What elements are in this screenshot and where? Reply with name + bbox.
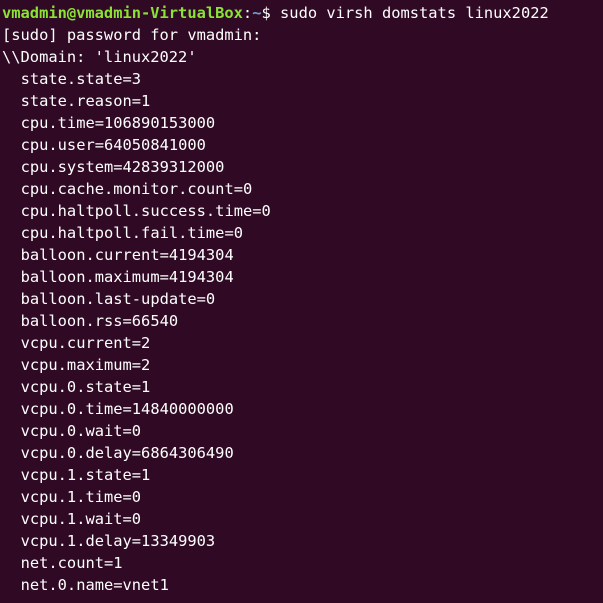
stat-line: vcpu.current=2: [20, 334, 151, 352]
stat-line: balloon.maximum=4194304: [20, 268, 234, 286]
stat-line: net.count=1: [20, 554, 123, 572]
prompt-separator: :: [242, 4, 253, 22]
stat-line: state.reason=1: [20, 92, 151, 110]
stat-line: balloon.rss=66540: [20, 312, 179, 330]
sudo-prompt: [sudo] password for vmadmin:: [2, 26, 262, 44]
stat-line: vcpu.0.time=14840000000: [20, 400, 234, 418]
stat-line: cpu.user=64050841000: [20, 136, 206, 154]
stat-line: vcpu.0.wait=0: [20, 422, 142, 440]
stat-line: vcpu.maximum=2: [20, 356, 151, 374]
command-text: sudo virsh domstats linux2022: [280, 4, 549, 22]
terminal-window[interactable]: vmadmin@vmadmin-VirtualBox:~$ sudo virsh…: [0, 0, 603, 603]
stat-line: vcpu.1.wait=0: [20, 510, 142, 528]
stat-line: balloon.current=4194304: [20, 246, 234, 264]
stat-line: vcpu.0.state=1: [20, 378, 151, 396]
stats-output: state.state=3 state.reason=1 cpu.time=1068…: [2, 68, 603, 596]
stat-line: vcpu.0.delay=6864306490: [20, 444, 234, 462]
stat-line: vcpu.1.time=0: [20, 488, 142, 506]
stat-line: vcpu.1.delay=13349903: [20, 532, 216, 550]
stat-line: cpu.cache.monitor.count=0: [20, 180, 253, 198]
prompt-symbol: $: [261, 4, 281, 22]
stat-line: net.0.name=vnet1: [20, 576, 169, 594]
stat-line: cpu.system=42839312000: [20, 158, 225, 176]
stat-line: cpu.time=106890153000: [20, 114, 216, 132]
command-line: vmadmin@vmadmin-VirtualBox:~$ sudo virsh…: [2, 2, 603, 24]
stat-line: cpu.haltpoll.fail.time=0: [20, 224, 243, 242]
stat-line: balloon.last-update=0: [20, 290, 216, 308]
stat-line: cpu.haltpoll.success.time=0: [20, 202, 271, 220]
domain-line: \\Domain: 'linux2022': [2, 48, 197, 66]
stat-line: vcpu.1.state=1: [20, 466, 151, 484]
prompt-user-host: vmadmin@vmadmin-VirtualBox: [2, 4, 243, 22]
stat-line: state.state=3: [20, 70, 142, 88]
